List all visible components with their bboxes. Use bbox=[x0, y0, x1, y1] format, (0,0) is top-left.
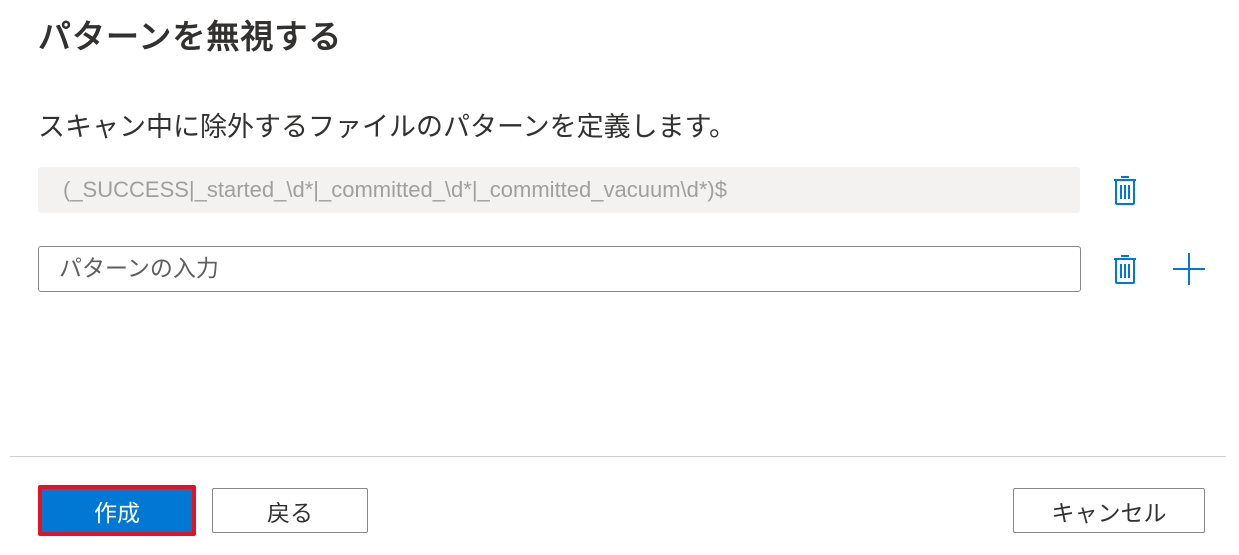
create-button-label: 作成 bbox=[94, 500, 140, 527]
pattern-description: スキャン中に除外するファイルのパターンを定義します。 bbox=[38, 112, 736, 143]
page-title: パターンを無視する bbox=[38, 17, 343, 56]
cancel-button[interactable]: キャンセル bbox=[1013, 488, 1205, 533]
cancel-button-label: キャンセル bbox=[1051, 500, 1167, 527]
trash-icon bbox=[1114, 176, 1136, 205]
pattern-row bbox=[38, 246, 1218, 294]
pattern-value-readonly: (_SUCCESS|_started_\d*|_committed_\d*|_c… bbox=[38, 167, 1080, 213]
trash-icon bbox=[1114, 255, 1136, 284]
plus-icon bbox=[1173, 253, 1205, 285]
add-pattern-button[interactable] bbox=[1171, 251, 1207, 287]
create-button[interactable]: 作成 bbox=[38, 485, 196, 536]
back-button-label: 戻る bbox=[267, 500, 313, 527]
delete-pattern-button[interactable] bbox=[1107, 172, 1143, 208]
pattern-row: (_SUCCESS|_started_\d*|_committed_\d*|_c… bbox=[38, 167, 1218, 215]
back-button[interactable]: 戻る bbox=[212, 488, 368, 533]
footer-divider bbox=[10, 456, 1226, 457]
delete-pattern-button[interactable] bbox=[1107, 251, 1143, 287]
pattern-input[interactable] bbox=[38, 246, 1081, 292]
